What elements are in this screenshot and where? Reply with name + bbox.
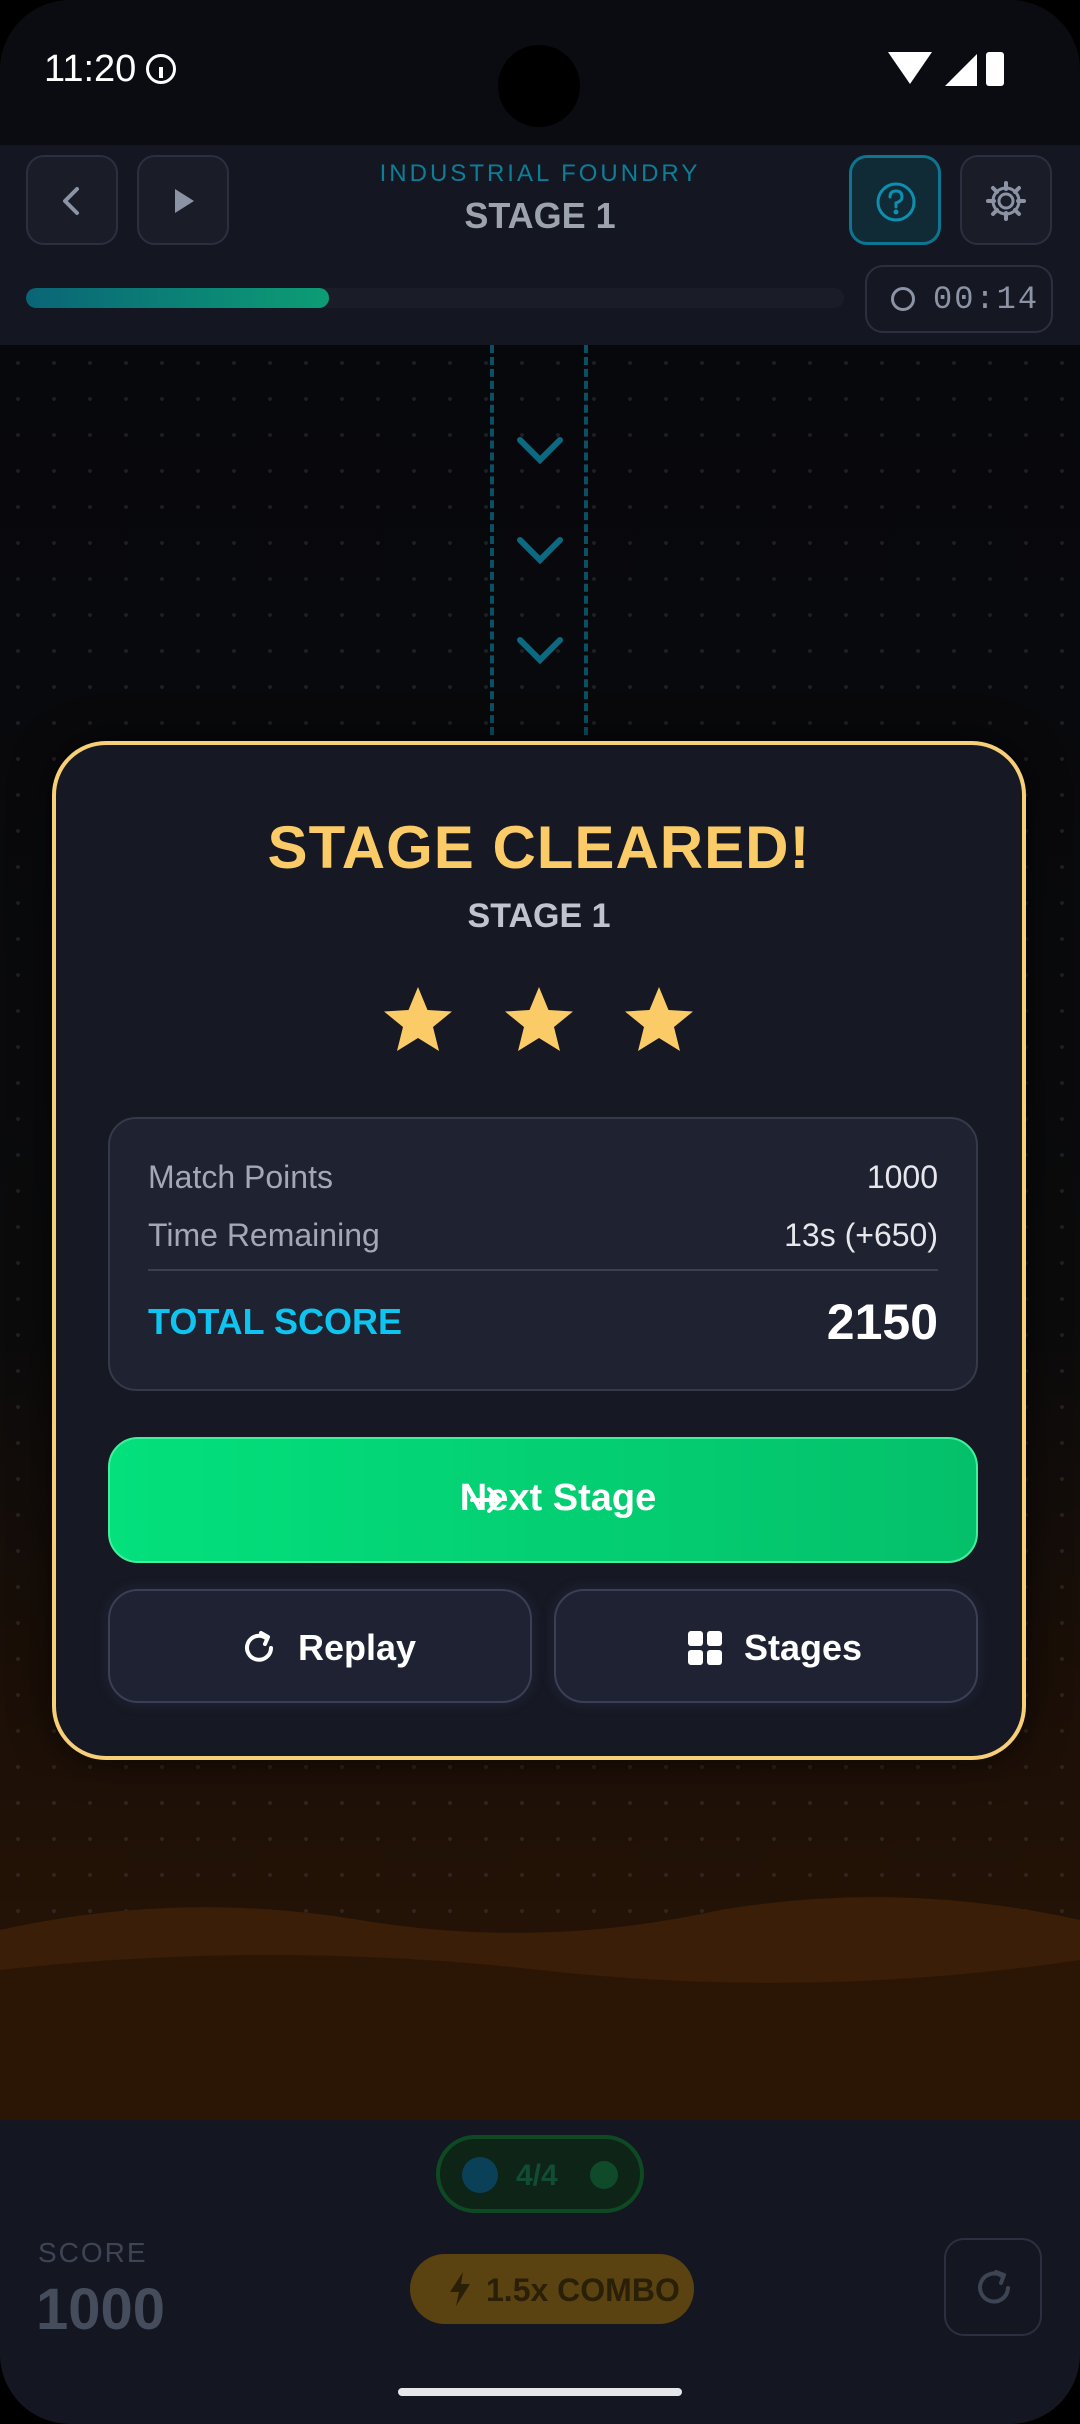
replay-icon xyxy=(245,1631,273,1662)
piece-counter: 4/4 xyxy=(436,2135,644,2213)
combo-badge: 1.5x COMBO xyxy=(410,2254,694,2324)
help-button[interactable] xyxy=(849,155,941,245)
restart-button[interactable] xyxy=(944,2238,1042,2336)
match-points-value: 1000 xyxy=(866,1159,938,1195)
play-icon xyxy=(175,189,194,213)
piece-dot-icon xyxy=(462,2157,498,2193)
settings-button[interactable] xyxy=(960,155,1052,245)
timer-text: 00:14 xyxy=(933,281,1040,318)
world-name: INDUSTRIAL FOUNDRY xyxy=(379,160,701,187)
status-time: 11:20 xyxy=(44,48,137,90)
stage-cleared-dialog: STAGE CLEARED! STAGE 1 Match Points 1000… xyxy=(52,741,1026,1760)
star-icon xyxy=(505,987,573,1051)
chevron-down-icon xyxy=(517,437,563,465)
timer-display: 00:14 xyxy=(865,265,1053,333)
chevron-down-icon xyxy=(517,637,563,665)
stage-progress-fill xyxy=(26,288,329,308)
piece-count: 4/4 xyxy=(516,2159,558,2192)
back-button[interactable] xyxy=(26,155,118,245)
total-score-label: TOTAL SCORE xyxy=(148,1301,403,1342)
info-icon xyxy=(146,54,176,84)
time-remaining-value: 13s (+650) xyxy=(784,1217,938,1253)
lightning-icon xyxy=(450,2272,470,2306)
stage-progress-bar xyxy=(26,288,844,308)
combo-label: 1.5x COMBO xyxy=(486,2272,680,2308)
match-points-label: Match Points xyxy=(148,1159,333,1195)
timer-icon xyxy=(891,287,915,311)
wifi-icon xyxy=(888,52,932,84)
signal-icon xyxy=(945,54,977,86)
battery-icon xyxy=(986,52,1004,86)
star-icon xyxy=(625,987,693,1051)
play-button[interactable] xyxy=(137,155,229,245)
replay-label: Replay xyxy=(298,1627,417,1668)
lava-wave xyxy=(0,1897,1080,2120)
replay-button[interactable]: Replay xyxy=(108,1589,532,1703)
divider xyxy=(148,1269,938,1271)
chevron-down-icon xyxy=(517,537,563,565)
score-label: SCORE xyxy=(38,2237,148,2268)
restart-icon xyxy=(978,2270,1010,2304)
stages-label: Stages xyxy=(744,1627,863,1668)
camera-cutout xyxy=(498,45,580,127)
score-value: 1000 xyxy=(36,2277,166,2342)
phone-screen: 11:20 INDUSTRIAL FOUNDRY STAGE 1 00:14 S… xyxy=(0,0,1080,2424)
help-icon xyxy=(876,182,916,222)
score-breakdown-card: Match Points 1000 Time Remaining 13s (+6… xyxy=(108,1117,978,1391)
star-icon xyxy=(384,987,452,1051)
next-stage-label: Next Stage xyxy=(459,1477,657,1519)
status-bar: 11:20 xyxy=(0,0,1080,145)
back-icon xyxy=(63,187,79,215)
gear-icon xyxy=(986,181,1026,221)
stages-button[interactable]: Stages xyxy=(554,1589,978,1703)
page-title: STAGE 1 xyxy=(464,195,616,236)
dialog-title: STAGE CLEARED! xyxy=(267,814,811,881)
dialog-subtitle: STAGE 1 xyxy=(467,897,611,935)
total-score-value: 2150 xyxy=(826,1294,938,1350)
next-stage-button[interactable]: Next Stage xyxy=(108,1437,978,1563)
time-remaining-label: Time Remaining xyxy=(148,1217,380,1253)
home-indicator[interactable] xyxy=(398,2388,682,2396)
grid-icon xyxy=(688,1631,722,1665)
check-icon xyxy=(590,2161,618,2189)
